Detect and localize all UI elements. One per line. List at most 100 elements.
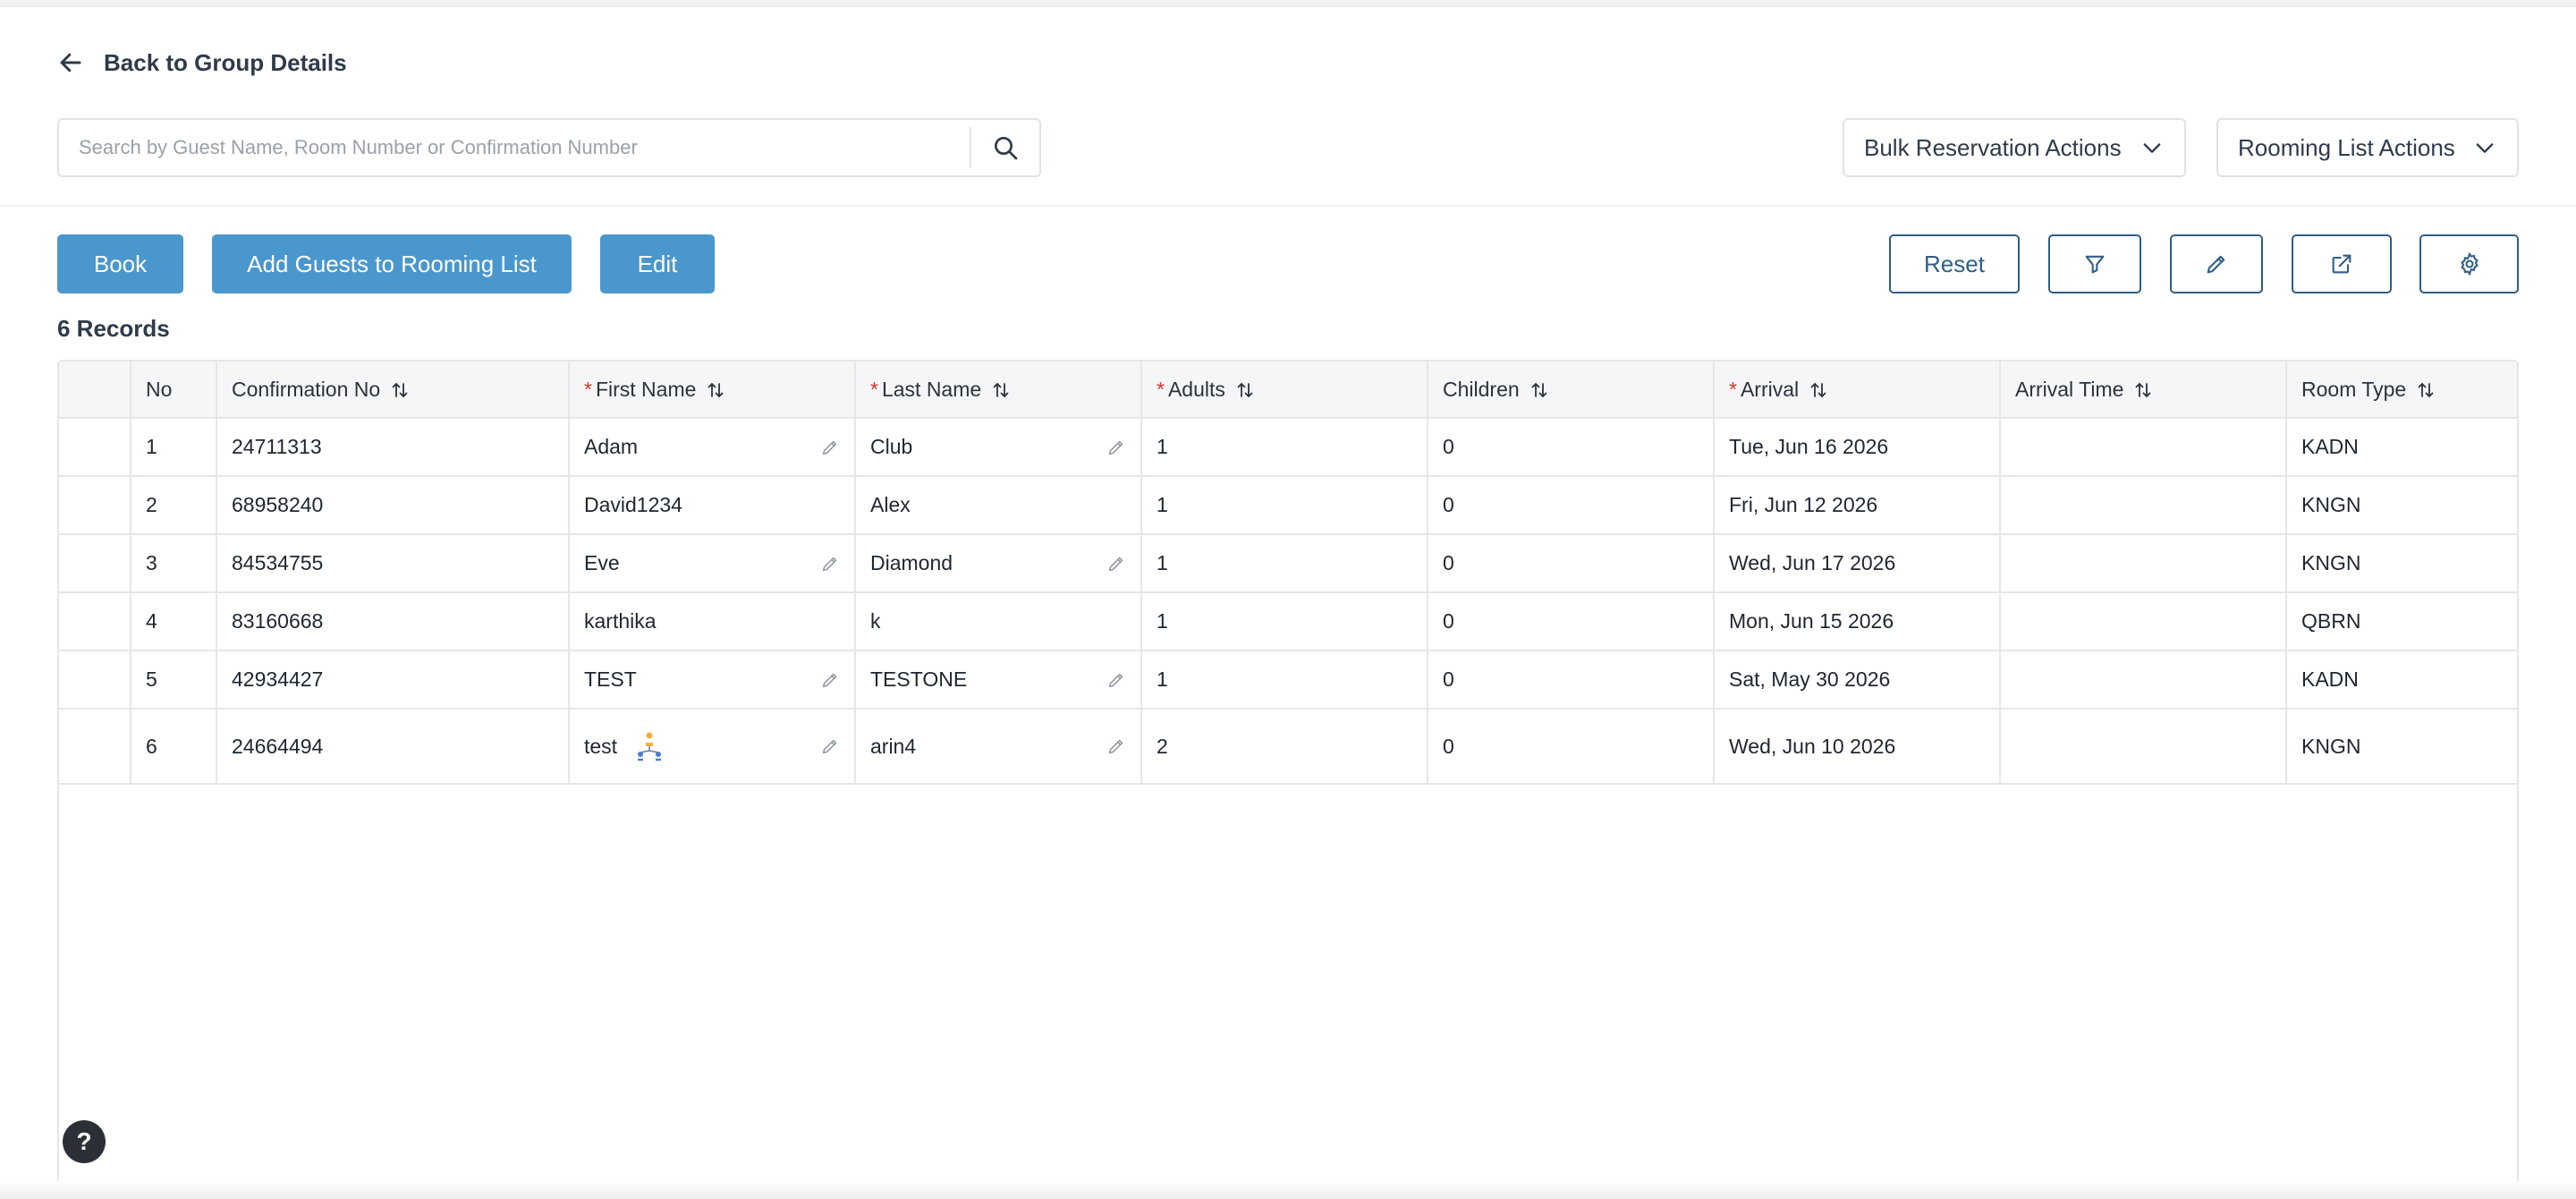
room-type-cell-value: KNGN bbox=[2301, 551, 2361, 574]
bulk-reservation-actions-dropdown[interactable]: Bulk Reservation Actions bbox=[1843, 118, 2186, 177]
adults-cell-value: 1 bbox=[1157, 551, 1168, 574]
first-name-cell[interactable]: Eve bbox=[569, 534, 856, 593]
external-link-icon bbox=[2332, 254, 2351, 274]
bottom-edge bbox=[0, 1181, 2576, 1199]
pencil-icon[interactable] bbox=[820, 554, 840, 574]
table-row[interactable]: 4 83160668 karthika k 1 0 Mon, Jun 15 2026 QBRN bbox=[59, 592, 2517, 651]
column-header-label: Arrival Time bbox=[2015, 377, 2124, 401]
table-row[interactable]: 6 24664494 test arin4 2 0 Wed, Jun 10 2026 KNGN bbox=[59, 709, 2517, 785]
pencil-icon[interactable] bbox=[1106, 554, 1126, 574]
column-header[interactable]: Arrival Time bbox=[2000, 361, 2287, 419]
arrival-cell-value: Tue, Jun 16 2026 bbox=[1729, 435, 1889, 458]
filter-button[interactable] bbox=[2048, 234, 2141, 293]
arrival-cell-value: Wed, Jun 17 2026 bbox=[1729, 551, 1896, 574]
pencil-icon[interactable] bbox=[820, 438, 840, 457]
rooming-list-grid: No Confirmation No * First Name * Last Name * A… bbox=[57, 360, 2519, 1188]
book-button[interactable]: Book bbox=[57, 234, 183, 293]
confirmation-no-cell-value: 42934427 bbox=[232, 668, 324, 691]
adults-cell: 1 bbox=[1141, 418, 1428, 477]
room-type-cell: KNGN bbox=[2286, 476, 2517, 535]
sort-icon[interactable] bbox=[2132, 379, 2154, 401]
column-header-label: No bbox=[146, 377, 173, 401]
arrival-time-cell bbox=[2000, 709, 2287, 785]
export-button[interactable] bbox=[2292, 234, 2392, 293]
first-name-cell[interactable]: David1234 bbox=[569, 476, 856, 535]
last-name-cell[interactable]: TESTONE bbox=[855, 651, 1142, 710]
sort-icon[interactable] bbox=[990, 379, 1012, 401]
shared-reservation-icon bbox=[638, 732, 662, 761]
arrival-time-cell bbox=[2000, 534, 2287, 593]
arrival-cell-value: Fri, Jun 12 2026 bbox=[1729, 493, 1878, 516]
row-number-cell: 3 bbox=[131, 534, 217, 593]
column-header[interactable]: Children bbox=[1428, 361, 1715, 419]
settings-button[interactable] bbox=[2419, 234, 2519, 293]
pencil-icon[interactable] bbox=[1106, 438, 1126, 457]
arrival-cell-value: Wed, Jun 10 2026 bbox=[1729, 734, 1896, 758]
column-header[interactable]: * Arrival bbox=[1714, 361, 2001, 419]
edit-button[interactable]: Edit bbox=[600, 234, 715, 293]
row-selector-cell[interactable] bbox=[59, 534, 131, 593]
arrival-time-cell bbox=[2000, 592, 2287, 651]
children-cell-value: 0 bbox=[1443, 551, 1454, 574]
room-type-cell: KNGN bbox=[2286, 709, 2517, 785]
pencil-icon[interactable] bbox=[1106, 670, 1126, 690]
last-name-cell[interactable]: Alex bbox=[855, 476, 1142, 535]
arrival-cell: Sat, May 30 2026 bbox=[1714, 651, 2001, 710]
children-cell-value: 0 bbox=[1443, 435, 1454, 458]
first-name-cell[interactable]: Adam bbox=[569, 418, 856, 477]
table-row[interactable]: 5 42934427 TEST TESTONE 1 0 Sat, May 30 2026 KA… bbox=[59, 651, 2517, 710]
first-name-cell[interactable]: TEST bbox=[569, 651, 856, 710]
search-icon bbox=[995, 137, 1018, 160]
confirmation-no-cell: 42934427 bbox=[216, 651, 570, 710]
row-number-cell-value: 1 bbox=[146, 435, 157, 458]
sort-icon[interactable] bbox=[1529, 379, 1550, 401]
table-row[interactable]: 3 84534755 Eve Diamond 1 0 Wed, Jun 17 2026 KNG… bbox=[59, 534, 2517, 593]
pencil-icon[interactable] bbox=[820, 736, 840, 756]
column-header[interactable]: * Adults bbox=[1141, 361, 1428, 419]
sort-icon[interactable] bbox=[705, 379, 726, 401]
column-header[interactable]: Confirmation No bbox=[216, 361, 570, 419]
help-button[interactable]: ? bbox=[63, 1120, 106, 1163]
last-name-cell[interactable]: k bbox=[855, 592, 1142, 651]
search-button[interactable] bbox=[971, 120, 1039, 175]
table-body: 1 24711313 Adam Club 1 0 Tue, Jun 16 2026 KADN 2… bbox=[59, 418, 2517, 785]
first-name-cell[interactable]: test bbox=[569, 709, 856, 785]
arrival-cell-value: Sat, May 30 2026 bbox=[1729, 668, 1891, 691]
row-selector-cell[interactable] bbox=[59, 476, 131, 535]
last-name-cell[interactable]: Diamond bbox=[855, 534, 1142, 593]
last-name-cell[interactable]: Club bbox=[855, 418, 1142, 477]
last-name-cell[interactable]: arin4 bbox=[855, 709, 1142, 785]
sort-icon[interactable] bbox=[389, 379, 411, 401]
children-cell: 0 bbox=[1428, 709, 1715, 785]
row-selector-cell[interactable] bbox=[59, 651, 131, 710]
search-input[interactable] bbox=[59, 120, 970, 175]
inline-edit-button[interactable] bbox=[2170, 234, 2263, 293]
add-guests-button[interactable]: Add Guests to Rooming List bbox=[212, 234, 572, 293]
reset-button[interactable]: Reset bbox=[1889, 234, 2020, 293]
first-name-cell[interactable]: karthika bbox=[569, 592, 856, 651]
sort-icon[interactable] bbox=[2415, 379, 2436, 401]
row-selector-cell[interactable] bbox=[59, 592, 131, 651]
adults-cell-value: 1 bbox=[1157, 493, 1168, 516]
last-name-cell-value: Club bbox=[870, 435, 913, 458]
row-selector-cell[interactable] bbox=[59, 418, 131, 477]
rooming-list-actions-dropdown[interactable]: Rooming List Actions bbox=[2216, 118, 2519, 177]
children-cell-value: 0 bbox=[1443, 609, 1454, 633]
table-row[interactable]: 1 24711313 Adam Club 1 0 Tue, Jun 16 2026 KADN bbox=[59, 418, 2517, 477]
pencil-icon[interactable] bbox=[1106, 736, 1126, 756]
room-type-cell-value: KNGN bbox=[2301, 493, 2361, 516]
first-name-cell-value: Adam bbox=[584, 435, 639, 458]
column-header[interactable]: * Last Name bbox=[855, 361, 1142, 419]
sort-icon[interactable] bbox=[1234, 379, 1256, 401]
row-selector-cell[interactable] bbox=[59, 709, 131, 785]
gear-icon bbox=[2460, 251, 2479, 276]
back-to-group-details-link[interactable]: Back to Group Details bbox=[57, 45, 347, 81]
column-header[interactable]: * First Name bbox=[569, 361, 856, 419]
arrival-cell: Mon, Jun 15 2026 bbox=[1714, 592, 2001, 651]
chevron-down-icon bbox=[2476, 143, 2494, 153]
column-header[interactable]: Room Type bbox=[2286, 361, 2517, 419]
confirmation-no-cell-value: 83160668 bbox=[232, 609, 324, 633]
sort-icon[interactable] bbox=[1808, 379, 1829, 401]
pencil-icon[interactable] bbox=[820, 670, 840, 690]
table-row[interactable]: 2 68958240 David1234 Alex 1 0 Fri, Jun 12 2026… bbox=[59, 476, 2517, 535]
